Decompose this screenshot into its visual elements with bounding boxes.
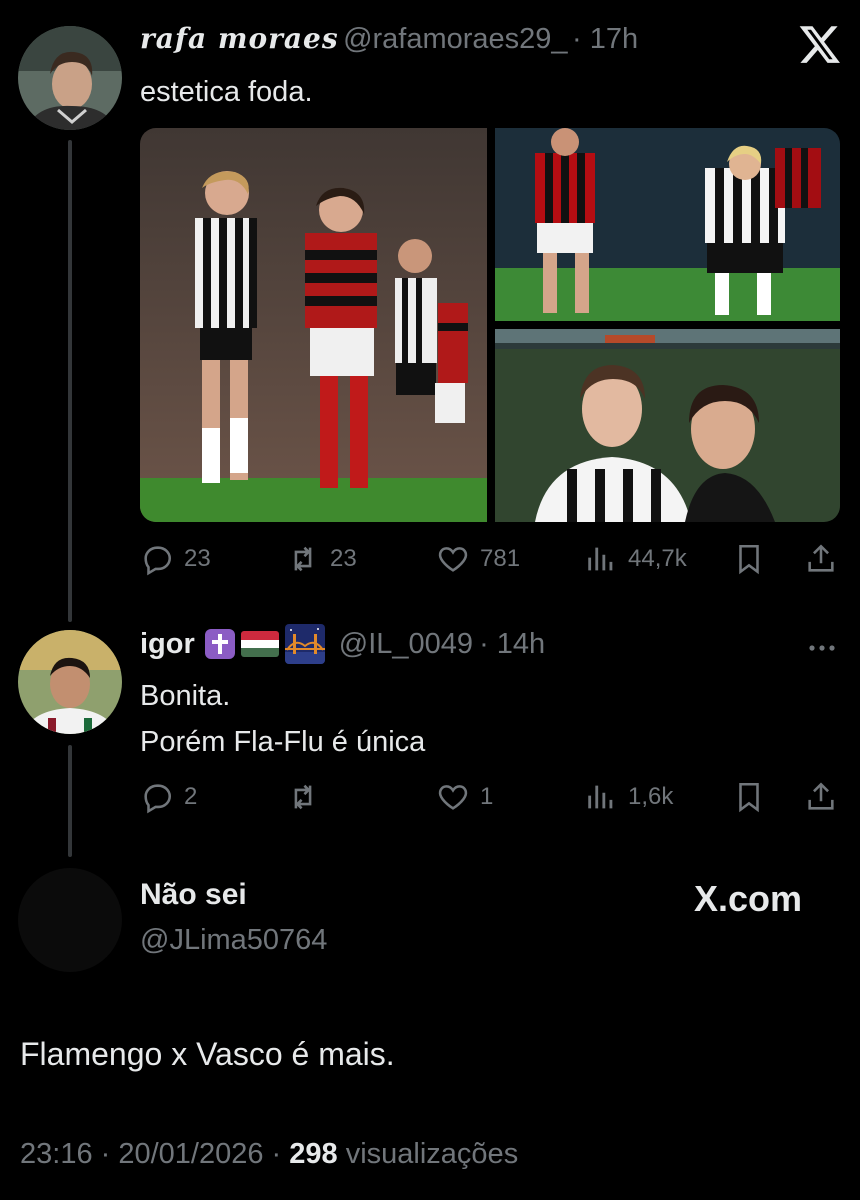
- cross-emoji-icon: [204, 629, 235, 659]
- tweet-time[interactable]: · 17h: [572, 23, 638, 55]
- quoted-avatar[interactable]: [18, 868, 122, 972]
- reply-author-name[interactable]: igor: [140, 628, 195, 661]
- repost-arrows-icon: [294, 784, 312, 810]
- bar-chart-icon: [588, 785, 613, 809]
- more-dots-icon[interactable]: [806, 636, 838, 660]
- views-label: visualizações: [345, 1138, 519, 1170]
- bridge-night-icon: [284, 624, 325, 664]
- views-count: 44,7k: [628, 545, 687, 572]
- hungary-flag-icon: [240, 631, 279, 657]
- avatar[interactable]: [18, 26, 122, 130]
- reply-count: 23: [184, 545, 211, 572]
- reply-views-count: 1,6k: [628, 783, 674, 810]
- author-handle[interactable]: @rafamoraes29_: [343, 23, 568, 55]
- thread-line: [68, 140, 72, 622]
- quoted-author-handle[interactable]: @JLima50764: [140, 924, 327, 957]
- repost-arrows-icon: [294, 546, 312, 572]
- reply-like-action[interactable]: 1: [436, 780, 493, 814]
- repost-action[interactable]: 23: [286, 542, 357, 576]
- quoted-text: Flamengo x Vasco é mais.: [20, 1036, 395, 1072]
- heart-icon: [438, 547, 468, 572]
- reply-reply-action[interactable]: 2: [140, 780, 197, 814]
- bar-chart-icon: [588, 547, 613, 571]
- reply-text-line2: Porém Fla-Flu é única: [140, 726, 426, 758]
- repost-count: 23: [330, 545, 357, 572]
- bookmark-icon: [739, 782, 759, 813]
- media-image-selfie[interactable]: [495, 329, 840, 522]
- reply-thread-line: [68, 745, 72, 857]
- reply-time[interactable]: · 14h: [479, 628, 545, 661]
- quoted-author-name[interactable]: Não sei: [140, 878, 247, 912]
- reply-action[interactable]: 23: [140, 542, 211, 576]
- bookmark-icon: [739, 544, 759, 575]
- tweet-header: rafa moraes @rafamoraes29_ · 17h: [140, 22, 638, 56]
- share-icon: [808, 782, 834, 810]
- reply-header: igor @IL_0049 · 14h: [140, 624, 545, 664]
- views-action[interactable]: 44,7k: [584, 542, 687, 576]
- like-action[interactable]: 781: [436, 542, 520, 576]
- speech-bubble-icon: [144, 784, 172, 814]
- tweet-text: estetica foda.: [140, 76, 313, 108]
- tweet-footer: 23:16 · 20/01/2026 · 298 visualizações: [20, 1138, 518, 1171]
- timestamp[interactable]: 23:16 · 20/01/2026 ·: [20, 1138, 281, 1170]
- reply-avatar[interactable]: [18, 630, 122, 734]
- share-action[interactable]: [804, 542, 838, 576]
- reply-repost-action[interactable]: [286, 780, 330, 814]
- reply-views-action[interactable]: 1,6k: [584, 780, 673, 814]
- heart-icon: [438, 785, 468, 810]
- reply-reply-count: 2: [184, 783, 198, 810]
- bookmark-action[interactable]: [732, 542, 766, 576]
- x-logo-icon[interactable]: [798, 22, 842, 66]
- media-grid[interactable]: [140, 128, 840, 522]
- share-icon: [808, 544, 834, 572]
- media-image-milan-juventus[interactable]: [495, 128, 840, 321]
- media-image-vintage-match[interactable]: [140, 128, 487, 522]
- reply-text-line1: Bonita.: [140, 680, 231, 712]
- x-com-brand: X.com: [694, 878, 803, 919]
- views-number: 298: [289, 1138, 338, 1170]
- reply-like-count: 1: [480, 783, 494, 810]
- author-name[interactable]: rafa moraes: [140, 22, 339, 55]
- speech-bubble-icon: [144, 546, 172, 576]
- reply-author-handle[interactable]: @IL_0049: [339, 628, 473, 661]
- like-count: 781: [480, 545, 521, 572]
- reply-share-action[interactable]: [804, 780, 838, 814]
- reply-bookmark-action[interactable]: [732, 780, 766, 814]
